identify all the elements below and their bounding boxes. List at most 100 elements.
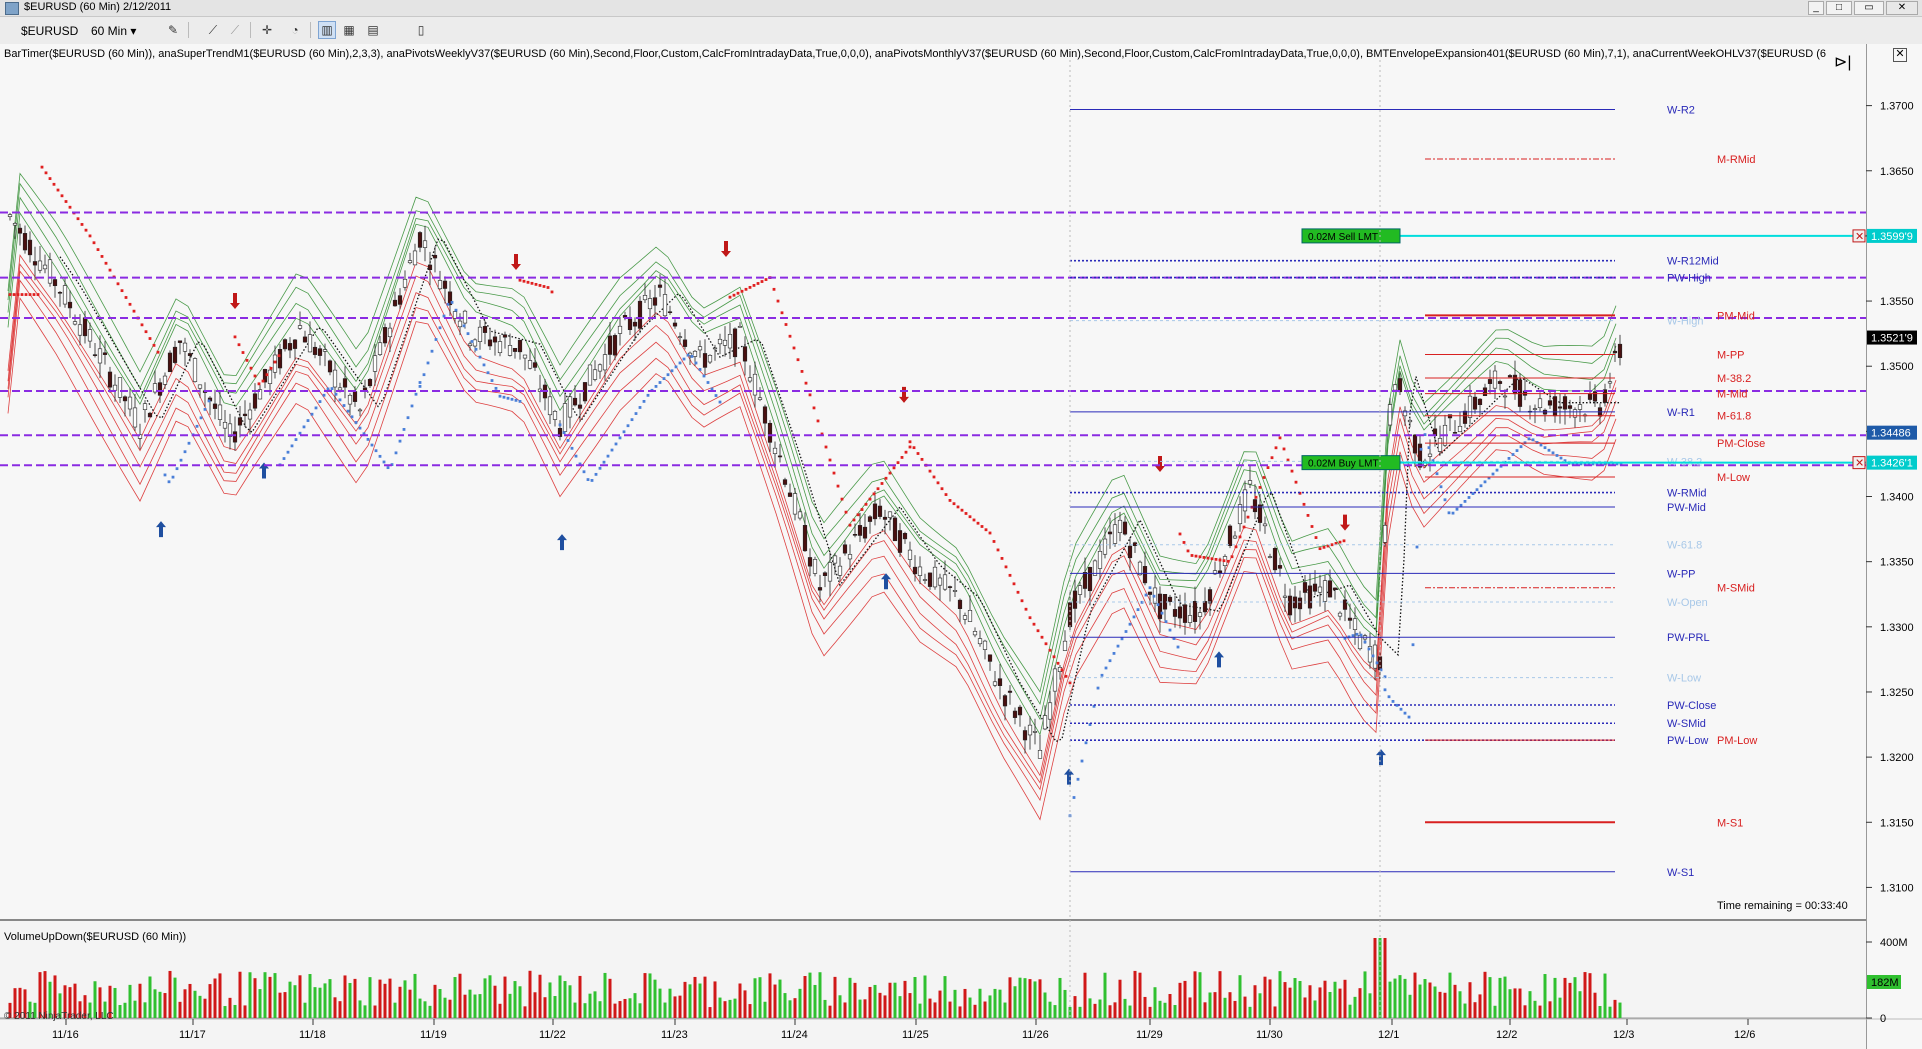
candle-body bbox=[672, 322, 678, 327]
candle-body bbox=[1347, 617, 1353, 621]
volume-bar bbox=[1398, 975, 1402, 1018]
candle-body bbox=[587, 364, 593, 386]
volume-bar bbox=[893, 982, 897, 1018]
volume-bar bbox=[308, 974, 312, 1018]
supertrend-dot bbox=[562, 431, 566, 435]
candle-body bbox=[382, 327, 388, 344]
volume-bar bbox=[1243, 996, 1247, 1018]
supertrend-dot bbox=[322, 393, 326, 397]
candle-body bbox=[82, 317, 88, 337]
volume-bar bbox=[1518, 988, 1522, 1018]
supertrend-dot bbox=[84, 228, 88, 232]
volume-bar bbox=[1208, 992, 1212, 1018]
volume-bar bbox=[1013, 986, 1017, 1018]
supertrend-dot bbox=[984, 528, 988, 532]
volume-bar bbox=[328, 979, 332, 1018]
y-tick-label: 1.3100 bbox=[1880, 882, 1914, 894]
supertrend-dot bbox=[1016, 590, 1020, 594]
supertrend-dot bbox=[203, 407, 207, 411]
close-panel-icon[interactable]: ✕ bbox=[1893, 48, 1907, 62]
candle-body bbox=[1022, 730, 1028, 741]
candle-body bbox=[647, 298, 653, 310]
supertrend-dot bbox=[1198, 555, 1202, 559]
candle-body bbox=[1302, 582, 1308, 593]
candle-body bbox=[432, 254, 438, 259]
volume-bar bbox=[243, 1005, 247, 1018]
candle-body bbox=[247, 409, 253, 420]
candle-body bbox=[787, 492, 793, 497]
supertrend-dot bbox=[124, 296, 128, 299]
supertrend-dot bbox=[876, 487, 880, 491]
buy-arrow-icon bbox=[1214, 651, 1224, 668]
volume-bar bbox=[1058, 977, 1062, 1018]
supertrend-dot bbox=[824, 445, 828, 449]
candle-body bbox=[1052, 668, 1058, 692]
y-tick-label: 1.3350 bbox=[1880, 557, 1914, 569]
supertrend-dot bbox=[1439, 485, 1443, 489]
x-tick-label: 11/16 bbox=[52, 1029, 79, 1041]
supertrend-dot bbox=[654, 385, 658, 388]
candle-body bbox=[112, 384, 118, 391]
candle-body bbox=[287, 343, 293, 351]
volume-bar bbox=[603, 972, 607, 1018]
supertrend-dot bbox=[1060, 668, 1064, 672]
candle-body bbox=[492, 336, 498, 343]
supertrend-dot bbox=[382, 460, 386, 464]
volume-bar bbox=[318, 987, 322, 1018]
volume-bar bbox=[1118, 979, 1122, 1018]
supertrend-dot bbox=[1156, 603, 1160, 607]
supertrend-dot bbox=[438, 326, 442, 330]
candle-body bbox=[1537, 398, 1543, 409]
candle-body bbox=[982, 640, 988, 650]
candle-body bbox=[512, 347, 518, 352]
weekly-pivot-label: W-S1 bbox=[1667, 867, 1694, 879]
pin-icon[interactable]: ⊳| bbox=[1834, 52, 1852, 72]
candle-body bbox=[862, 526, 868, 539]
candle-body bbox=[947, 586, 953, 588]
supertrend-dot bbox=[976, 521, 980, 525]
candle-body bbox=[1247, 480, 1253, 485]
supertrend-dot bbox=[638, 406, 642, 409]
supertrend-dot bbox=[1371, 654, 1375, 658]
supertrend-dot bbox=[1238, 535, 1242, 539]
candle-body bbox=[1287, 595, 1293, 616]
volume-bar bbox=[903, 980, 907, 1018]
candle-body bbox=[232, 431, 238, 443]
supertrend-dot bbox=[1194, 554, 1198, 558]
supertrend-dot bbox=[860, 508, 864, 511]
supertrend-dot bbox=[836, 484, 840, 488]
supertrend-dot bbox=[179, 458, 183, 462]
volume-bar bbox=[1123, 998, 1127, 1018]
volume-bar bbox=[1423, 979, 1427, 1018]
volume-bar bbox=[118, 1005, 122, 1018]
weekly-pivot-label: PW-Close bbox=[1667, 700, 1716, 712]
candle-body bbox=[1062, 640, 1068, 651]
supertrend-dot bbox=[434, 338, 438, 341]
candle-body bbox=[367, 379, 373, 387]
candle-body bbox=[342, 378, 348, 388]
volume-bar bbox=[1303, 997, 1307, 1018]
supertrend-dot bbox=[1242, 525, 1246, 529]
volume-bar bbox=[708, 1007, 712, 1018]
supertrend-dot bbox=[494, 386, 498, 390]
candle-body bbox=[877, 505, 883, 517]
volume-bar bbox=[303, 1002, 307, 1018]
y-tick-label: 1.3650 bbox=[1880, 166, 1914, 178]
weekly-pivot-label: W-PP bbox=[1667, 568, 1696, 580]
candle-body bbox=[322, 349, 328, 352]
supertrend-dot bbox=[546, 286, 550, 289]
candle-body bbox=[1047, 702, 1053, 720]
supertrend-dot bbox=[718, 400, 722, 404]
volume-bar bbox=[523, 1006, 527, 1018]
volume-bar bbox=[1138, 972, 1142, 1018]
candle-body bbox=[572, 397, 578, 406]
volume-bar bbox=[908, 993, 912, 1018]
candle-body bbox=[867, 516, 873, 522]
volume-bar bbox=[813, 984, 817, 1018]
candle-body bbox=[1457, 425, 1463, 433]
candle-body bbox=[117, 377, 123, 398]
supertrend-dot bbox=[788, 334, 792, 338]
volume-bar bbox=[1553, 977, 1557, 1018]
candle-body bbox=[942, 574, 948, 590]
candle-body bbox=[42, 264, 48, 270]
